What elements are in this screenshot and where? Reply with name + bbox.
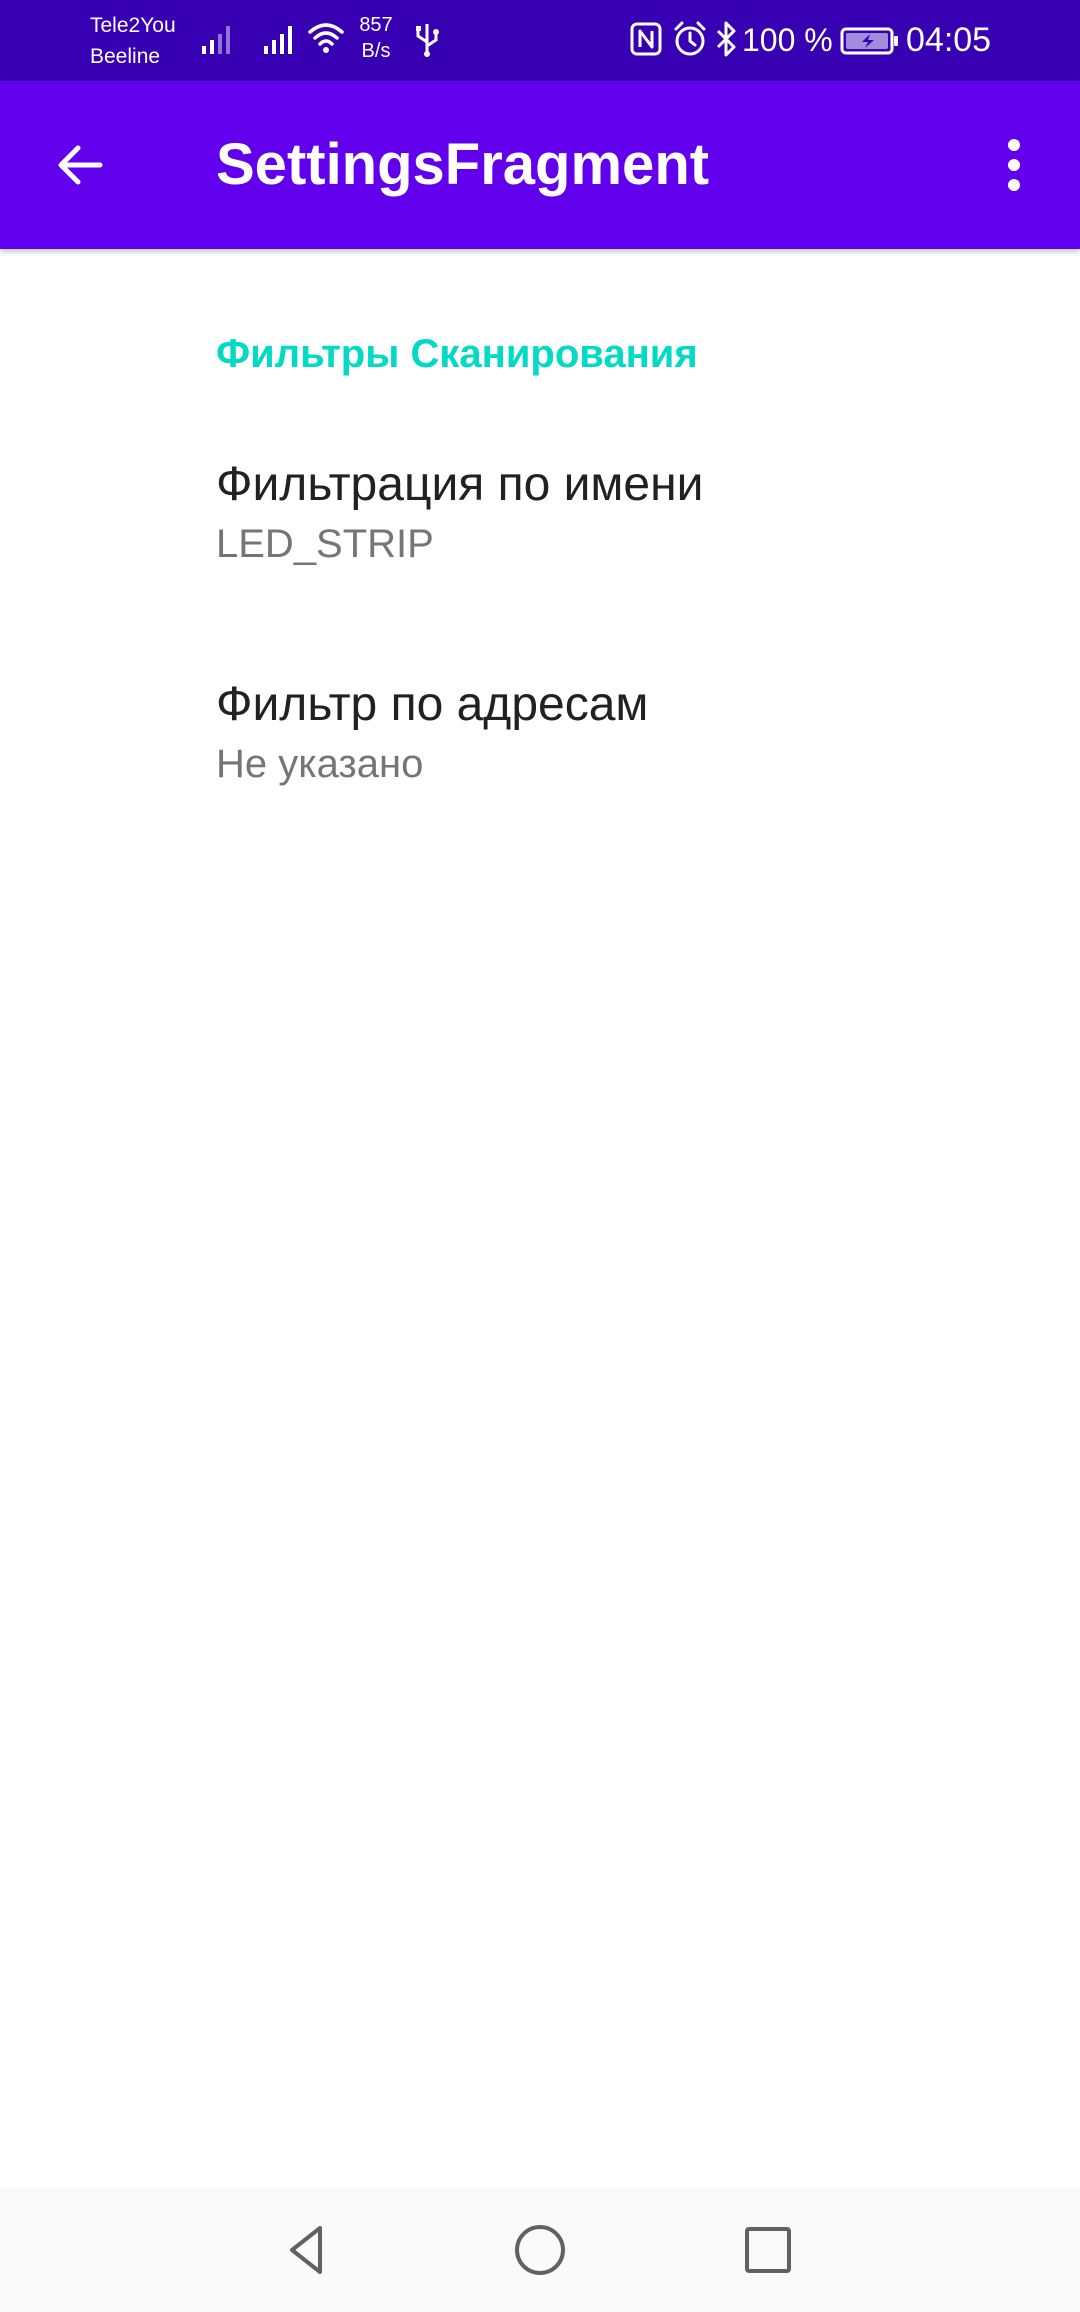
preference-filter-by-name[interactable]: Фильтрация по имени LED_STRIP — [0, 420, 1080, 620]
preference-summary: LED_STRIP — [216, 522, 434, 566]
nav-home-button[interactable] — [500, 2210, 580, 2290]
bluetooth-icon — [716, 21, 736, 57]
carrier-1: Tele2You — [90, 14, 176, 37]
navigation-bar — [0, 2188, 1080, 2312]
back-button[interactable] — [32, 117, 128, 213]
circle-home-icon — [515, 2225, 565, 2275]
settings-screen: Tele2You Beeline 857 B/s 100 % 04:05 Set… — [0, 0, 1080, 2312]
preference-title: Фильтр по адресам — [216, 678, 649, 731]
status-clock: 04:05 — [906, 21, 992, 59]
app-bar: SettingsFragment — [0, 81, 1080, 249]
status-bar: Tele2You Beeline 857 B/s 100 % 04:05 — [0, 0, 1080, 81]
nfc-icon — [630, 22, 662, 56]
overflow-menu-button[interactable] — [980, 117, 1048, 213]
signal-icon — [264, 26, 292, 54]
nav-recents-button[interactable] — [728, 2210, 808, 2290]
net-speed: 857 B/s — [352, 12, 400, 64]
page-title: SettingsFragment — [216, 132, 710, 197]
net-speed-value: 857 — [359, 14, 393, 36]
square-recents-icon — [745, 2227, 791, 2273]
carrier-2: Beeline — [90, 45, 161, 68]
usb-icon — [416, 24, 439, 57]
battery-icon — [840, 27, 898, 55]
wifi-icon — [308, 23, 344, 53]
preference-summary: Не указано — [216, 742, 424, 786]
nav-back-button[interactable] — [268, 2210, 348, 2290]
signal-icon — [202, 26, 230, 54]
preference-title: Фильтрация по имени — [216, 458, 704, 511]
alarm-icon — [674, 21, 706, 56]
net-speed-unit: B/s — [361, 40, 391, 62]
preference-category-title: Фильтры Сканирования — [216, 332, 698, 376]
carrier-names: Tele2You Beeline — [90, 10, 176, 72]
preference-filter-by-address[interactable]: Фильтр по адресам Не указано — [0, 640, 1080, 840]
triangle-back-icon — [290, 2226, 322, 2274]
arrow-back-icon — [58, 145, 103, 185]
more-vert-icon — [1008, 139, 1020, 191]
battery-percent: 100 % — [742, 22, 833, 58]
